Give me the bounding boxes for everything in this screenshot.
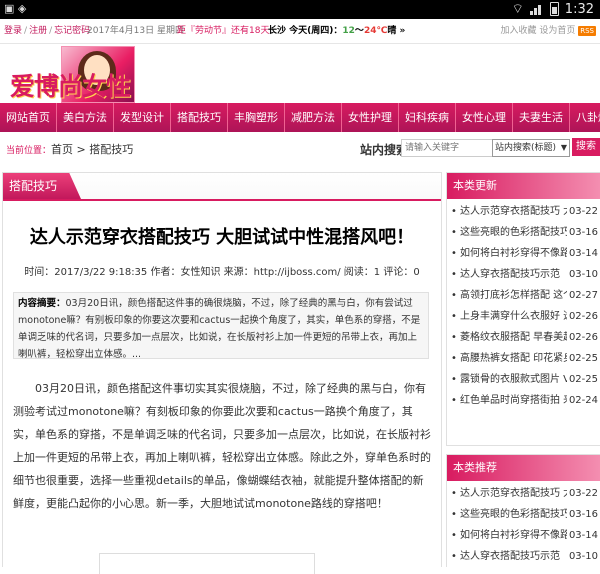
list-item[interactable]: 这些亮眼的色彩搭配技巧 明03-16 (447, 504, 600, 525)
status-bar: ▣ ◈ ⌔ 1:32 (0, 0, 600, 19)
set-homepage-link[interactable]: 设为首页 (539, 26, 575, 36)
article-body: 03月20日讯，颜色搭配这件事切实其实很烧脑，不过，除了经典的黑与白，你有测验考… (13, 382, 431, 510)
nav-item-hairstyle[interactable]: 发型设计 (114, 103, 171, 132)
search-input[interactable] (401, 139, 493, 157)
nav-item-couple-life[interactable]: 夫妻生活 (513, 103, 570, 132)
list-item[interactable]: 上身丰满穿什么衣服好 选宽02-26 (447, 306, 600, 327)
search-scope-select[interactable]: 站内搜索(标题) ▼ (492, 139, 570, 157)
nav-item-matching[interactable]: 搭配技巧 (171, 103, 228, 132)
list-item[interactable]: 达人穿衣搭配技巧示范03-10 (447, 264, 600, 285)
list-item[interactable]: 高腰热裤女搭配 印花紧身翻02-25 (447, 348, 600, 369)
list-item[interactable]: 这些亮眼的色彩搭配技巧 明03-16 (447, 222, 600, 243)
list-item[interactable]: 露锁骨的衣服款式图片 V领02-25 (447, 369, 600, 390)
battery-icon (549, 2, 559, 16)
sidebar-recommend-title: 本类推荐 (447, 455, 600, 481)
weather: 长沙 今天(周四)：12～24℃晴 » (268, 26, 406, 36)
current-date: 2017年4月13日 星期四 (87, 26, 184, 36)
list-item[interactable]: 菱格纹衣服搭配 早春美起来02-26 (447, 327, 600, 348)
article-panel: 搭配技巧 达人示范穿衣搭配技巧 大胆试试中性混搭风吧！ 时间：2017/3/22… (2, 172, 442, 574)
nav-item-gynecology[interactable]: 妇科疾病 (399, 103, 456, 132)
forgot-password-link[interactable]: 忘记密码 (54, 26, 90, 36)
signal-icon (529, 3, 544, 15)
main-nav: 网站首页 美白方法 发型设计 搭配技巧 丰胸塑形 减肥方法 女性护理 妇科疾病 … (0, 103, 600, 132)
rss-icon[interactable]: RSS (578, 25, 596, 36)
sidebar-latest: 本类更新 达人示范穿衣搭配技巧 大胆03-22 这些亮眼的色彩搭配技巧 明03-… (446, 172, 600, 446)
breadcrumb: 当前位置：首页 > 搭配技巧 (6, 143, 134, 156)
list-item[interactable]: 达人穿衣搭配技巧示范03-10 (447, 546, 600, 567)
nav-item-whitening[interactable]: 美白方法 (57, 103, 114, 132)
list-item[interactable]: 红色单品时尚穿搭街拍 来个02-24 (447, 390, 600, 411)
holiday-countdown: 距『劳动节』还有18天 (177, 26, 270, 36)
sidebar-recommend: 本类推荐 达人示范穿衣搭配技巧 大胆03-22 这些亮眼的色彩搭配技巧 明03-… (446, 454, 600, 567)
chevron-down-icon: ▼ (560, 143, 567, 152)
wifi-icon: ⌔ (511, 2, 524, 17)
list-item[interactable]: 如何将白衬衫穿得不像路人03-14 (447, 525, 600, 546)
nav-item-weight-loss[interactable]: 减肥方法 (285, 103, 342, 132)
notification-icons: ▣ ◈ (4, 2, 27, 15)
nav-item-gossip[interactable]: 八卦爆料 (570, 103, 600, 132)
header-logo-area: 爱博尚女性 (0, 44, 600, 103)
article-summary: 内容摘要：03月20日讯，颜色搭配这件事的确很烧脑，不过，除了经典的黑与白，你有… (13, 292, 429, 359)
breadcrumb-home-link[interactable]: 首页 (51, 143, 73, 156)
article-image (99, 553, 315, 574)
breadcrumb-bar: 当前位置：首页 > 搭配技巧 站内搜索 站内搜索(标题)▼ 搜索 (0, 137, 600, 161)
breadcrumb-current-link[interactable]: 搭配技巧 (89, 143, 133, 156)
nav-item-psychology[interactable]: 女性心理 (456, 103, 513, 132)
nav-item-female-care[interactable]: 女性护理 (342, 103, 399, 132)
nav-item-home[interactable]: 网站首页 (0, 103, 57, 132)
article-title: 达人示范穿衣搭配技巧 大胆试试中性混搭风吧！ (29, 227, 415, 248)
search-button[interactable]: 搜索 (572, 138, 600, 156)
nav-item-body-shaping[interactable]: 丰胸塑形 (228, 103, 285, 132)
list-item[interactable]: 达人示范穿衣搭配技巧 大胆03-22 (447, 483, 600, 504)
list-item[interactable]: 如何将白衬衫穿得不像路人03-14 (447, 243, 600, 264)
add-favorite-link[interactable]: 加入收藏 (500, 26, 536, 36)
site-logo[interactable]: 爱博尚女性 (10, 67, 131, 103)
register-link[interactable]: 注册 (29, 26, 47, 36)
article-meta: 时间：2017/3/22 9:18:35 作者：女性知识 来源：http://i… (24, 267, 420, 278)
list-item[interactable]: 达人示范穿衣搭配技巧 大胆03-22 (447, 201, 600, 222)
login-link[interactable]: 登录 (4, 26, 22, 36)
clock: 1:32 (564, 1, 594, 17)
section-tab[interactable]: 搭配技巧 (3, 173, 81, 199)
weather-more-link[interactable]: » (400, 26, 406, 36)
sidebar-latest-title: 本类更新 (447, 173, 600, 199)
list-item[interactable]: 高领打底衫怎样搭配 这个秋02-27 (447, 285, 600, 306)
top-bar: 登录 / 注册 / 忘记密码 2017年4月13日 星期四 距『劳动节』还有18天 长沙… (0, 19, 600, 44)
